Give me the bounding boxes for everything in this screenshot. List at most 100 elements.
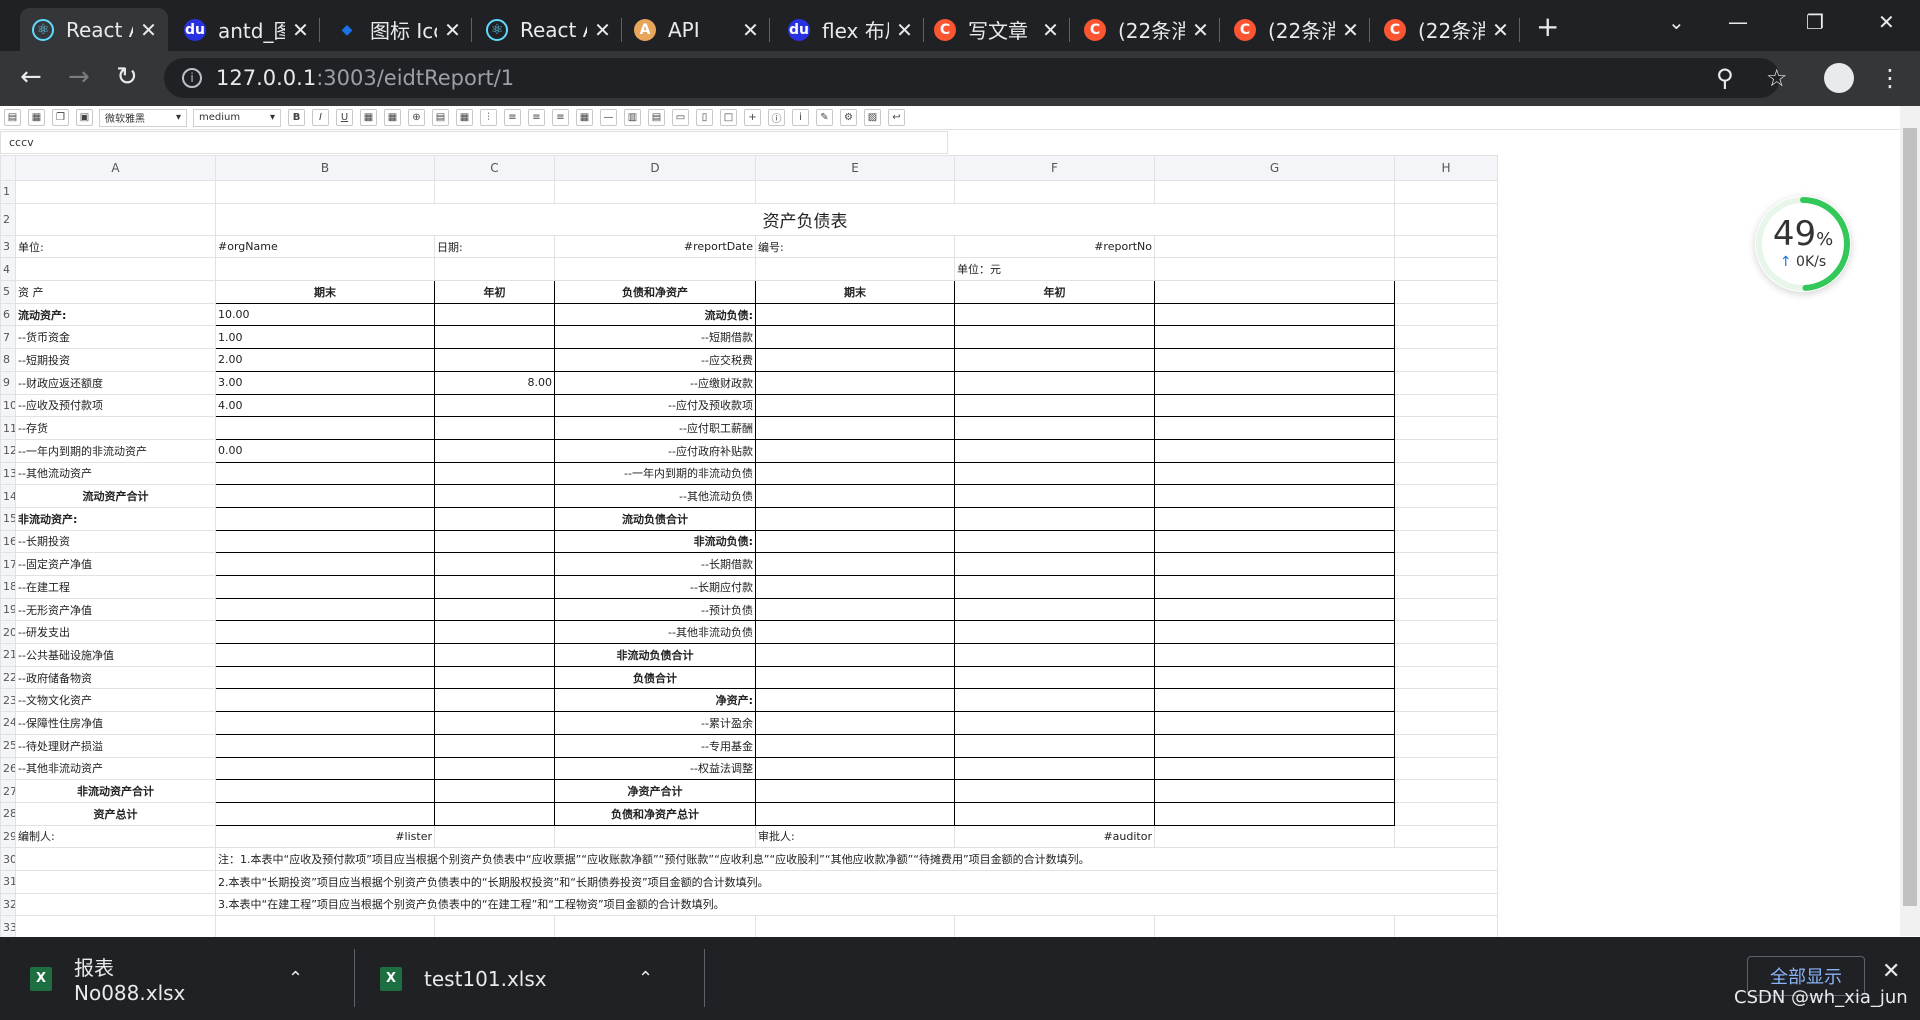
cell[interactable] (215, 665, 435, 690)
cell[interactable] (1394, 257, 1498, 282)
cell[interactable]: 3.00 (215, 370, 435, 395)
cell[interactable] (434, 665, 555, 690)
column-header[interactable]: C (434, 155, 555, 181)
close-icon[interactable]: ✕ (139, 18, 158, 42)
cell[interactable]: #auditor (954, 824, 1155, 849)
cell[interactable] (15, 847, 216, 871)
row-header[interactable]: 8 (0, 348, 16, 372)
cell[interactable] (954, 180, 1155, 204)
cell[interactable] (434, 915, 555, 939)
cell[interactable] (954, 438, 1155, 463)
cell[interactable] (954, 801, 1155, 826)
column-header[interactable]: E (755, 155, 955, 181)
cell[interactable] (1154, 575, 1395, 599)
cell[interactable]: --应缴财政款 (554, 370, 756, 395)
cell[interactable] (15, 180, 216, 204)
cell[interactable] (15, 892, 216, 917)
cell[interactable]: --其他非流动负债 (554, 620, 756, 645)
cell[interactable] (755, 506, 955, 531)
cell[interactable] (755, 711, 955, 735)
cell[interactable] (434, 438, 555, 463)
cell[interactable] (954, 393, 1155, 418)
cell[interactable] (434, 348, 555, 372)
cell[interactable] (434, 529, 555, 554)
close-icon[interactable]: ✕ (1191, 18, 1210, 42)
download-item[interactable]: X 报表No088.xlsx ⌃ (30, 937, 303, 1020)
cell[interactable] (1394, 202, 1498, 236)
cell[interactable]: --固定资产净值 (15, 552, 216, 576)
cell[interactable] (434, 824, 555, 849)
align-center-icon[interactable]: ≡ (528, 109, 545, 126)
cell[interactable]: --一年内到期的非流动资产 (15, 438, 216, 463)
settings-icon[interactable]: ⚙ (840, 109, 857, 126)
network-speed-widget[interactable]: 49% ↑ 0K/s (1755, 196, 1851, 292)
cell[interactable] (954, 711, 1155, 735)
cell[interactable]: 编号: (755, 234, 955, 259)
row-icon[interactable]: ▤ (648, 109, 665, 126)
underline-icon[interactable]: U (336, 109, 353, 126)
new-tab-plus-icon[interactable]: + (1536, 10, 1559, 43)
cell[interactable] (1154, 824, 1395, 849)
cell-border-icon[interactable]: ▦ (384, 109, 401, 126)
cell[interactable] (1154, 529, 1395, 554)
row-header[interactable]: 10 (0, 393, 16, 418)
cell[interactable] (954, 665, 1155, 690)
cell[interactable]: --其他流动资产 (15, 461, 216, 486)
cell[interactable] (1394, 620, 1498, 645)
cell[interactable] (954, 370, 1155, 395)
cell[interactable] (1394, 393, 1498, 418)
bold-icon[interactable]: B (288, 109, 305, 126)
cell[interactable]: 年初 (954, 280, 1155, 304)
cell[interactable] (954, 552, 1155, 576)
cell[interactable]: 非流动负债: (554, 529, 756, 554)
cell[interactable] (1394, 348, 1498, 372)
cell[interactable] (1394, 506, 1498, 531)
cell[interactable]: --财政应返还额度 (15, 370, 216, 395)
cell[interactable] (954, 620, 1155, 645)
browser-tab[interactable]: ⚛ React App✕ (20, 8, 168, 51)
paste-icon[interactable]: ▣ (76, 109, 93, 126)
cell[interactable] (954, 325, 1155, 350)
row-header[interactable]: 13 (0, 461, 16, 486)
download-item[interactable]: X test101.xlsx ⌃ (380, 937, 653, 1020)
plus-icon[interactable]: + (744, 109, 761, 126)
browser-tab[interactable]: C 写文章 ✕ (922, 8, 1070, 51)
cell[interactable] (1154, 915, 1395, 939)
cell[interactable] (1154, 280, 1395, 304)
cell[interactable] (554, 915, 756, 939)
row-header[interactable]: 9 (0, 370, 16, 395)
cell[interactable]: 非流动负债合计 (554, 643, 756, 667)
cell[interactable] (1394, 733, 1498, 758)
cell[interactable] (755, 180, 955, 204)
column-header[interactable]: F (954, 155, 1155, 181)
browser-tab[interactable]: C (22条消息✕ (1222, 8, 1370, 51)
cell[interactable] (1154, 779, 1395, 803)
merge-icon[interactable]: ▭ (672, 109, 689, 126)
cell[interactable]: --长期借款 (554, 552, 756, 576)
cell[interactable] (1154, 484, 1395, 508)
cell[interactable] (755, 552, 955, 576)
cell[interactable] (1154, 688, 1395, 713)
open-file-icon[interactable]: ▦ (28, 109, 45, 126)
cell[interactable] (755, 484, 955, 508)
cell[interactable] (1154, 180, 1395, 204)
cell[interactable] (215, 801, 435, 826)
grid-icon[interactable]: ▦ (456, 109, 473, 126)
cell[interactable] (755, 915, 955, 939)
reload-icon[interactable]: ↻ (116, 62, 138, 92)
cell[interactable] (954, 529, 1155, 554)
cell[interactable] (215, 620, 435, 645)
row-header[interactable]: 16 (0, 529, 16, 554)
row-header[interactable]: 32 (0, 892, 16, 917)
cell[interactable] (755, 393, 955, 418)
cell[interactable] (1154, 393, 1395, 418)
cell[interactable] (434, 416, 555, 440)
cell[interactable] (1154, 461, 1395, 486)
unmerge-icon[interactable]: ▯ (696, 109, 713, 126)
back-arrow-icon[interactable]: ← (20, 62, 42, 92)
cell[interactable]: #lister (215, 824, 435, 849)
cell[interactable]: 编制人: (15, 824, 216, 849)
cell[interactable] (215, 597, 435, 622)
cell[interactable] (215, 756, 435, 781)
cell[interactable] (215, 416, 435, 440)
